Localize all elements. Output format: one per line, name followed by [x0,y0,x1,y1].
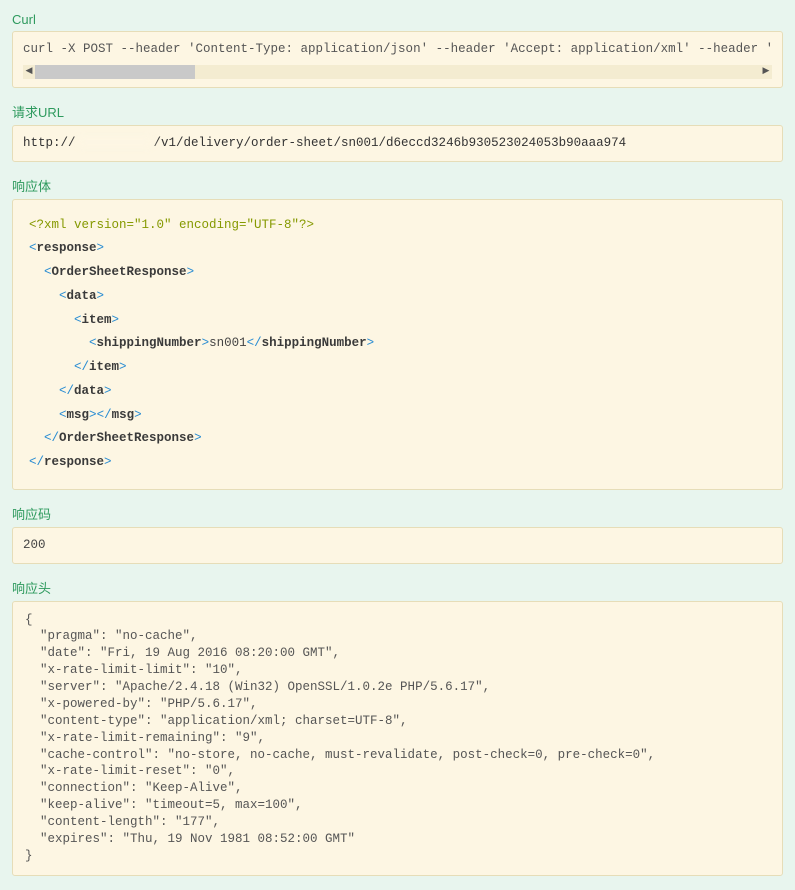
response-body-label: 响应体 [6,170,789,199]
header-line: "x-rate-limit-limit": "10", [25,662,770,679]
header-line: "x-rate-limit-reset": "0", [25,763,770,780]
header-line: "content-type": "application/xml; charse… [25,713,770,730]
scroll-left-icon[interactable]: ◀ [23,65,35,79]
header-line: "pragma": "no-cache", [25,628,770,645]
xml-line: </response> [29,451,766,475]
header-line: "server": "Apache/2.4.18 (Win32) OpenSSL… [25,679,770,696]
response-headers-box[interactable]: { "pragma": "no-cache", "date": "Fri, 19… [12,601,783,876]
header-line: "x-powered-by": "PHP/5.6.17", [25,696,770,713]
header-line: } [25,848,770,865]
curl-label: Curl [6,6,789,31]
url-redacted-host [76,136,154,148]
xml-line: </data> [29,380,766,404]
xml-line: <item> [29,309,766,333]
request-url-box[interactable]: http:// /v1/delivery/order-sheet/sn001/d6… [12,125,783,162]
header-line: "expires": "Thu, 19 Nov 1981 08:52:00 GM… [25,831,770,848]
xml-declaration: <?xml version="1.0" encoding="UTF-8"?> [29,214,766,238]
header-line: "content-length": "177", [25,814,770,831]
curl-box: curl -X POST --header 'Content-Type: app… [12,31,783,88]
scroll-right-icon[interactable]: ▶ [760,65,772,79]
url-suffix: /v1/delivery/order-sheet/sn001/d6eccd324… [154,136,627,150]
xml-line: </item> [29,356,766,380]
scroll-track[interactable] [35,65,760,79]
xml-line: <OrderSheetResponse> [29,261,766,285]
header-line: "connection": "Keep-Alive", [25,780,770,797]
xml-line: </OrderSheetResponse> [29,427,766,451]
xml-line: <response> [29,237,766,261]
response-code-label: 响应码 [6,498,789,527]
curl-command[interactable]: curl -X POST --header 'Content-Type: app… [23,40,772,63]
xml-line: <msg></msg> [29,404,766,428]
response-body-box[interactable]: <?xml version="1.0" encoding="UTF-8"?><r… [12,199,783,490]
request-url-label: 请求URL [6,96,789,125]
header-line: "x-rate-limit-remaining": "9", [25,730,770,747]
header-line: "date": "Fri, 19 Aug 2016 08:20:00 GMT", [25,645,770,662]
header-line: { [25,612,770,629]
xml-line: <data> [29,285,766,309]
response-headers-label: 响应头 [6,572,789,601]
xml-line: <shippingNumber>sn001</shippingNumber> [29,332,766,356]
response-code-box[interactable]: 200 [12,527,783,564]
scroll-thumb[interactable] [35,65,195,79]
header-line: "cache-control": "no-store, no-cache, mu… [25,747,770,764]
curl-scrollbar[interactable]: ◀ ▶ [23,65,772,79]
header-line: "keep-alive": "timeout=5, max=100", [25,797,770,814]
url-prefix: http:// [23,136,76,150]
